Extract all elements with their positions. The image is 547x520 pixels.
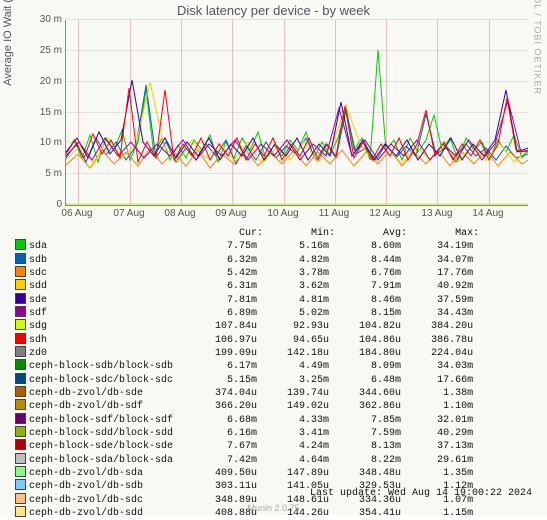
legend-row: zd0 199.09u 142.18u 184.80u 224.04u [15, 347, 479, 360]
legend-swatch [15, 253, 26, 264]
xtick-8: 14 Aug [472, 208, 503, 219]
chart-container: Disk latency per device - by week Averag… [0, 0, 547, 515]
xtick-3: 09 Aug [215, 208, 246, 219]
legend-swatch [15, 399, 26, 410]
legend-row: ceph-block-sdb/block-sdb 6.17m 4.49m 8.0… [15, 360, 479, 373]
ytick-4: 20 m [22, 76, 62, 87]
legend-row: sda 7.75m 5.16m 8.60m 34.19m [15, 240, 479, 253]
legend-swatch [15, 293, 26, 304]
xtick-6: 12 Aug [369, 208, 400, 219]
legend-swatch [15, 346, 26, 357]
legend-row: ceph-block-sdd/block-sdd 6.16m 3.41m 7.5… [15, 427, 479, 440]
legend-row: sdc 5.42m 3.78m 6.76m 17.76m [15, 267, 479, 280]
legend-row: sde 7.81m 4.81m 8.46m 37.59m [15, 294, 479, 307]
last-update-text: Last update: Wed Aug 14 19:00:22 2024 [310, 488, 532, 499]
legend-swatch [15, 439, 26, 450]
chart-title: Disk latency per device - by week [0, 3, 547, 18]
legend-swatch [15, 386, 26, 397]
ytick-6: 30 m [22, 14, 62, 25]
legend-swatch [15, 479, 26, 490]
xtick-0: 06 Aug [61, 208, 92, 219]
ytick-5: 25 m [22, 45, 62, 56]
legend-row: sdd 6.31m 3.62m 7.91m 40.92m [15, 280, 479, 293]
ytick-0: 0 [22, 199, 62, 210]
legend-header: Cur: Min: Avg: Max: [29, 228, 479, 240]
legend-swatch [15, 306, 26, 317]
legend-swatch [15, 453, 26, 464]
legend-swatch [15, 413, 26, 424]
xtick-4: 10 Aug [267, 208, 298, 219]
legend-row: ceph-db-zvol/db-sde 374.04u 139.74u 344.… [15, 387, 479, 400]
legend-row: ceph-block-sde/block-sde 7.67m 4.24m 8.1… [15, 440, 479, 453]
legend-row: sdb 6.32m 4.82m 8.44m 34.07m [15, 254, 479, 267]
legend-swatch [15, 266, 26, 277]
ytick-2: 10 m [22, 137, 62, 148]
legend-swatch [15, 466, 26, 477]
y-axis-label: Average IO Wait (seconds) [2, 0, 14, 110]
watermark-text: RRDTOOL / TOBI OETIKER [533, 0, 543, 95]
ytick-1: 5 m [22, 168, 62, 179]
legend: Cur: Min: Avg: Max:sda 7.75m 5.16m 8.60m… [15, 228, 479, 520]
legend-row: ceph-block-sdf/block-sdf 6.68m 4.33m 7.8… [15, 414, 479, 427]
legend-row: ceph-block-sdc/block-sdc 5.15m 3.25m 6.4… [15, 374, 479, 387]
legend-swatch [15, 279, 26, 290]
legend-swatch [15, 373, 26, 384]
xtick-7: 13 Aug [421, 208, 452, 219]
xtick-2: 08 Aug [164, 208, 195, 219]
legend-row: sdf 6.89m 5.02m 8.15m 34.43m [15, 307, 479, 320]
xtick-1: 07 Aug [113, 208, 144, 219]
legend-row: ceph-db-zvol/db-sdf 366.20u 149.02u 362.… [15, 400, 479, 413]
legend-swatch [15, 239, 26, 250]
legend-swatch [15, 426, 26, 437]
legend-row: sdh 106.97u 94.65u 104.86u 386.78u [15, 334, 479, 347]
plot-area [65, 20, 528, 206]
legend-swatch [15, 319, 26, 330]
version-text: Munin 2.0.75 [0, 503, 547, 513]
legend-row: ceph-db-zvol/db-sda 409.50u 147.89u 348.… [15, 467, 479, 480]
xtick-5: 11 Aug [319, 208, 349, 219]
ytick-3: 15 m [22, 107, 62, 118]
chart-lines [66, 20, 528, 205]
legend-row: ceph-block-sda/block-sda 7.42m 4.64m 8.2… [15, 454, 479, 467]
legend-swatch [15, 333, 26, 344]
legend-row: sdg 107.84u 92.93u 104.82u 384.20u [15, 320, 479, 333]
legend-swatch [15, 359, 26, 370]
